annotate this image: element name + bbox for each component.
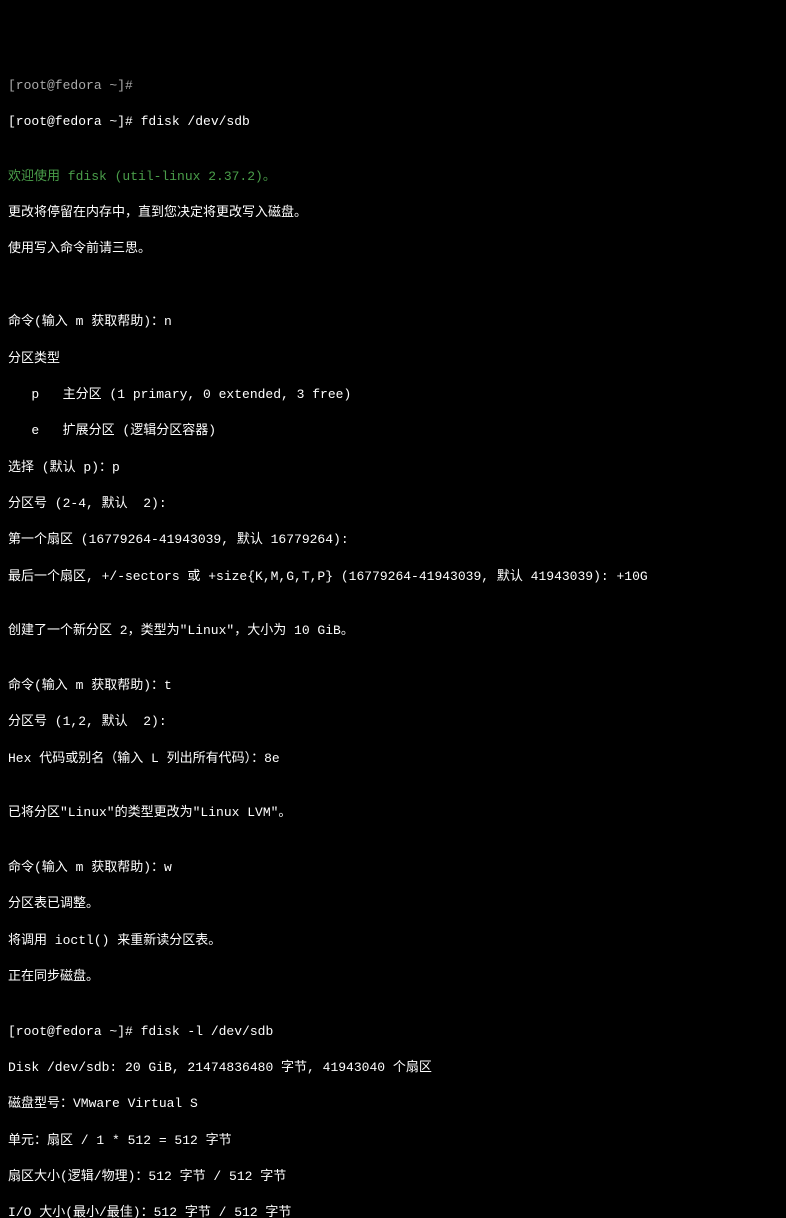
prompt-fdisk[interactable]: [root@fedora ~]# fdisk /dev/sdb — [8, 113, 778, 131]
select-p[interactable]: 选择 (默认 p)：p — [8, 459, 778, 477]
disk-info: Disk /dev/sdb: 20 GiB, 21474836480 字节, 4… — [8, 1059, 778, 1077]
changed-type: 已将分区"Linux"的类型更改为"Linux LVM"。 — [8, 804, 778, 822]
last-sector[interactable]: 最后一个扇区, +/-sectors 或 +size{K,M,G,T,P} (1… — [8, 568, 778, 586]
cmd-w[interactable]: 命令(输入 m 获取帮助)：w — [8, 859, 778, 877]
partition-type-header: 分区类型 — [8, 350, 778, 368]
prompt-fdisk-l[interactable]: [root@fedora ~]# fdisk -l /dev/sdb — [8, 1023, 778, 1041]
syncing-disk: 正在同步磁盘。 — [8, 968, 778, 986]
partition-number[interactable]: 分区号 (2-4, 默认 2): — [8, 495, 778, 513]
partition-number-t[interactable]: 分区号 (1,2, 默认 2): — [8, 713, 778, 731]
ioctl-call: 将调用 ioctl() 来重新读分区表。 — [8, 932, 778, 950]
table-adjusted: 分区表已调整。 — [8, 895, 778, 913]
hex-code[interactable]: Hex 代码或别名（输入 L 列出所有代码）：8e — [8, 750, 778, 768]
line-truncated-top: [root@fedora ~]# — [8, 77, 778, 95]
fdisk-warning-1: 更改将停留在内存中，直到您决定将更改写入磁盘。 — [8, 204, 778, 222]
units: 单元：扇区 / 1 * 512 = 512 字节 — [8, 1132, 778, 1150]
first-sector[interactable]: 第一个扇区 (16779264-41943039, 默认 16779264): — [8, 531, 778, 549]
cmd-t[interactable]: 命令(输入 m 获取帮助)：t — [8, 677, 778, 695]
sector-size: 扇区大小(逻辑/物理)：512 字节 / 512 字节 — [8, 1168, 778, 1186]
fdisk-welcome: 欢迎使用 fdisk (util-linux 2.37.2)。 — [8, 168, 778, 186]
disk-model: 磁盘型号：VMware Virtual S — [8, 1095, 778, 1113]
partition-type-p: p 主分区 (1 primary, 0 extended, 3 free) — [8, 386, 778, 404]
fdisk-warning-2: 使用写入命令前请三思。 — [8, 240, 778, 258]
cmd-n[interactable]: 命令(输入 m 获取帮助)：n — [8, 313, 778, 331]
io-size: I/O 大小(最小/最佳)：512 字节 / 512 字节 — [8, 1204, 778, 1218]
created-partition: 创建了一个新分区 2，类型为"Linux"，大小为 10 GiB。 — [8, 622, 778, 640]
partition-type-e: e 扩展分区 (逻辑分区容器) — [8, 422, 778, 440]
